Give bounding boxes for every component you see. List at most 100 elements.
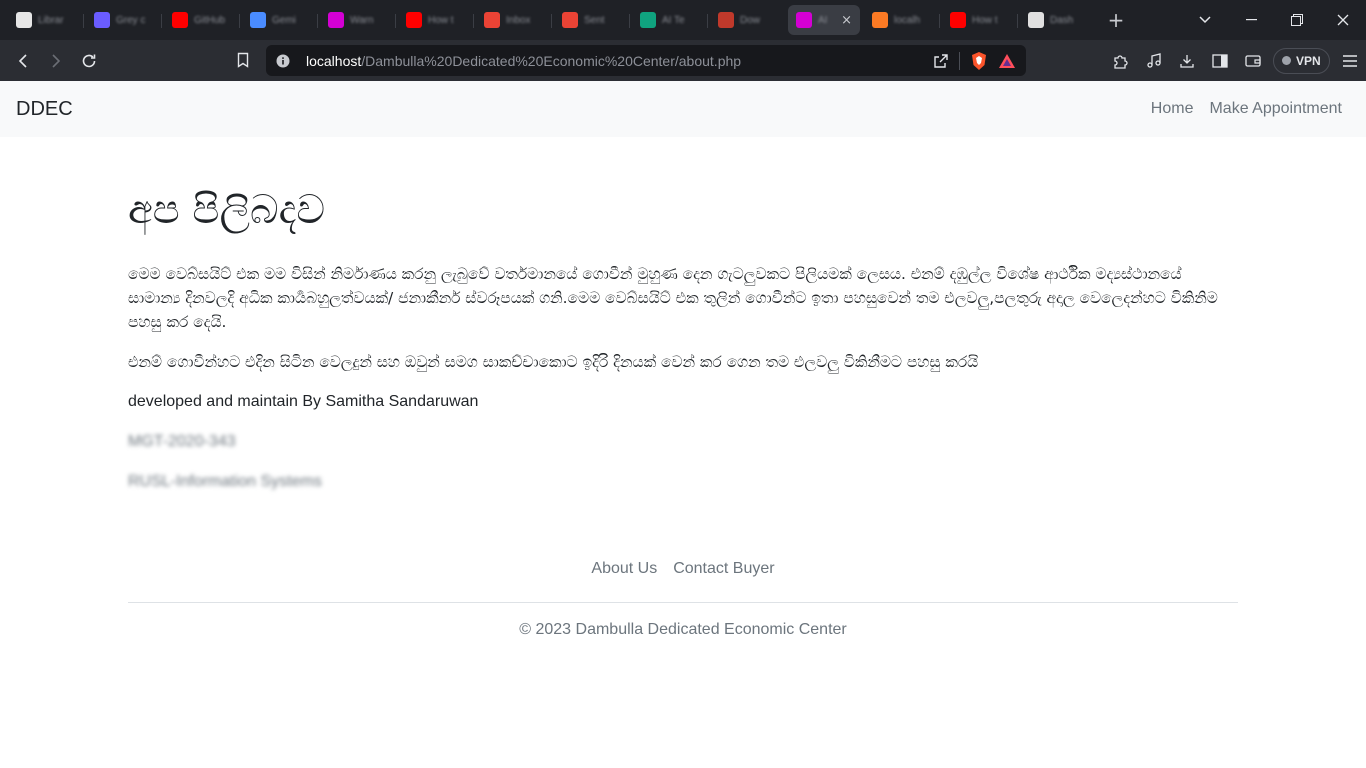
browser-tab[interactable]: Gemi — [239, 5, 316, 35]
tab-strip: Librar Grey c GitHub Gemi Warn How t Inbox Sent… — [4, 5, 1094, 35]
reload-button[interactable] — [72, 45, 105, 77]
footer-about-us-link[interactable]: About Us — [591, 560, 657, 578]
browser-tab-title: How t — [972, 14, 998, 26]
browser-tab[interactable]: Librar — [8, 5, 82, 35]
globe-icon — [94, 12, 110, 28]
browser-tab-title: Librar — [38, 14, 64, 26]
browser-tab[interactable]: AI Te — [629, 5, 706, 35]
developer-credit: developed and maintain By Samitha Sandar… — [128, 393, 479, 410]
github-icon — [16, 12, 32, 28]
restore-button[interactable] — [1274, 0, 1320, 40]
brand-logo-link[interactable]: DDEC — [16, 98, 73, 121]
footer-links: About Us Contact Buyer — [128, 560, 1238, 603]
browser-tab-title: Dash — [1050, 14, 1074, 26]
forward-button[interactable] — [39, 45, 72, 77]
url-text[interactable]: localhost/Dambulla%20Dedicated%20Economi… — [306, 53, 741, 69]
nav-links: Home Make Appointment — [1151, 100, 1342, 118]
puzzle-icon — [1113, 54, 1128, 69]
browser-tab[interactable]: AI × — [788, 5, 860, 35]
browser-tab-title: Grey c — [116, 14, 146, 26]
nav-make-appointment-link[interactable]: Make Appointment — [1209, 100, 1342, 118]
gemini-icon — [250, 12, 266, 28]
bookmark-icon — [237, 52, 248, 68]
toolbar-actions: VPN — [1104, 40, 1366, 81]
browser-tab[interactable]: Dow — [707, 5, 784, 35]
browser-tab[interactable]: Grey c — [83, 5, 160, 35]
sidebar-icon — [1211, 53, 1228, 68]
browser-tab[interactable]: GitHub — [161, 5, 238, 35]
share-icon[interactable] — [933, 53, 949, 69]
info-icon[interactable] — [276, 54, 290, 68]
address-bar-actions — [933, 45, 1016, 76]
browser-tab[interactable]: Sent — [551, 5, 628, 35]
nav-home-link[interactable]: Home — [1151, 100, 1194, 118]
window-controls — [1228, 0, 1366, 40]
copyright-text: © 2023 Dambulla Dedicated Economic Cente… — [519, 621, 847, 638]
app-icon — [328, 12, 344, 28]
dashboard-icon — [1028, 12, 1044, 28]
youtube-icon — [406, 12, 422, 28]
hamburger-icon — [1343, 54, 1358, 67]
site-navbar: DDEC Home Make Appointment — [0, 81, 1366, 137]
close-tab-icon[interactable]: × — [841, 13, 852, 28]
browser-tab[interactable]: How t — [395, 5, 472, 35]
browser-tab-title: Gemi — [272, 14, 296, 26]
app-icon — [796, 12, 812, 28]
close-icon — [1337, 14, 1349, 26]
browser-tab-title: AI — [818, 14, 828, 26]
url-path: /Dambulla%20Dedicated%20Economic%20Cente… — [361, 52, 742, 69]
minimize-button[interactable] — [1228, 0, 1274, 40]
gmail-icon — [562, 12, 578, 28]
vpn-button[interactable]: VPN — [1273, 47, 1330, 74]
arrow-left-icon — [18, 53, 27, 68]
wallet-icon — [1244, 54, 1261, 67]
close-window-button[interactable] — [1320, 0, 1366, 40]
footer-contact-buyer-link[interactable]: Contact Buyer — [673, 560, 774, 578]
menu-button[interactable] — [1334, 45, 1366, 77]
gmail-icon — [484, 12, 500, 28]
restore-icon — [1291, 14, 1303, 26]
browser-tab-title: localh — [894, 14, 921, 26]
brave-shields-icon[interactable] — [970, 51, 988, 71]
browser-tab[interactable]: Dash — [1017, 5, 1094, 35]
divider — [959, 51, 960, 70]
vpn-label: VPN — [1296, 53, 1321, 68]
ai-icon — [640, 12, 656, 28]
sidebar-button[interactable] — [1203, 45, 1236, 77]
browser-tab[interactable]: How t — [939, 5, 1016, 35]
brave-rewards-icon[interactable] — [998, 53, 1016, 69]
navigation-buttons — [6, 45, 105, 77]
music-icon — [1146, 52, 1161, 68]
new-tab-button[interactable]: + — [1104, 8, 1128, 32]
browser-tab-bar: Librar Grey c GitHub Gemi Warn How t Inbox Sent… — [0, 0, 1366, 40]
reload-icon — [82, 54, 95, 67]
media-button[interactable] — [1137, 45, 1170, 77]
downloads-button[interactable] — [1170, 45, 1203, 77]
download-icon — [1179, 54, 1194, 68]
page-title: අප පිලිබදව — [128, 187, 326, 233]
browser-tab-title: GitHub — [194, 14, 226, 26]
address-bar[interactable]: localhost/Dambulla%20Dedicated%20Economi… — [266, 45, 1026, 76]
chevron-down-icon — [1199, 16, 1211, 24]
extensions-button[interactable] — [1104, 45, 1137, 77]
browser-tab[interactable]: Warn — [317, 5, 394, 35]
browser-tab-title: Sent — [584, 14, 605, 26]
about-paragraph-1: මෙම වෙබ්සයිට් එක මම විසින් නිර්මාණය කරනු… — [128, 265, 1218, 331]
browser-tab[interactable]: localh — [864, 5, 938, 35]
about-section: අප පිලිබදව මෙම වෙබ්සයිට් එක මම විසින් නි… — [128, 180, 1238, 510]
browser-toolbar: localhost/Dambulla%20Dedicated%20Economi… — [0, 40, 1366, 81]
bookmark-button[interactable] — [226, 44, 259, 76]
browser-tab-title: How t — [428, 14, 454, 26]
youtube-icon — [172, 12, 188, 28]
back-button[interactable] — [6, 45, 39, 77]
download-site-icon — [718, 12, 734, 28]
vpn-status-icon — [1282, 56, 1291, 65]
arrow-right-icon — [51, 53, 60, 68]
minimize-icon — [1245, 19, 1257, 21]
student-id: MGT-2020-343 — [128, 433, 236, 450]
browser-tab-title: AI Te — [662, 14, 685, 26]
tab-search-button[interactable] — [1190, 0, 1220, 40]
browser-tab[interactable]: Inbox — [473, 5, 550, 35]
browser-tab-title: Warn — [350, 14, 374, 26]
wallet-button[interactable] — [1236, 45, 1269, 77]
